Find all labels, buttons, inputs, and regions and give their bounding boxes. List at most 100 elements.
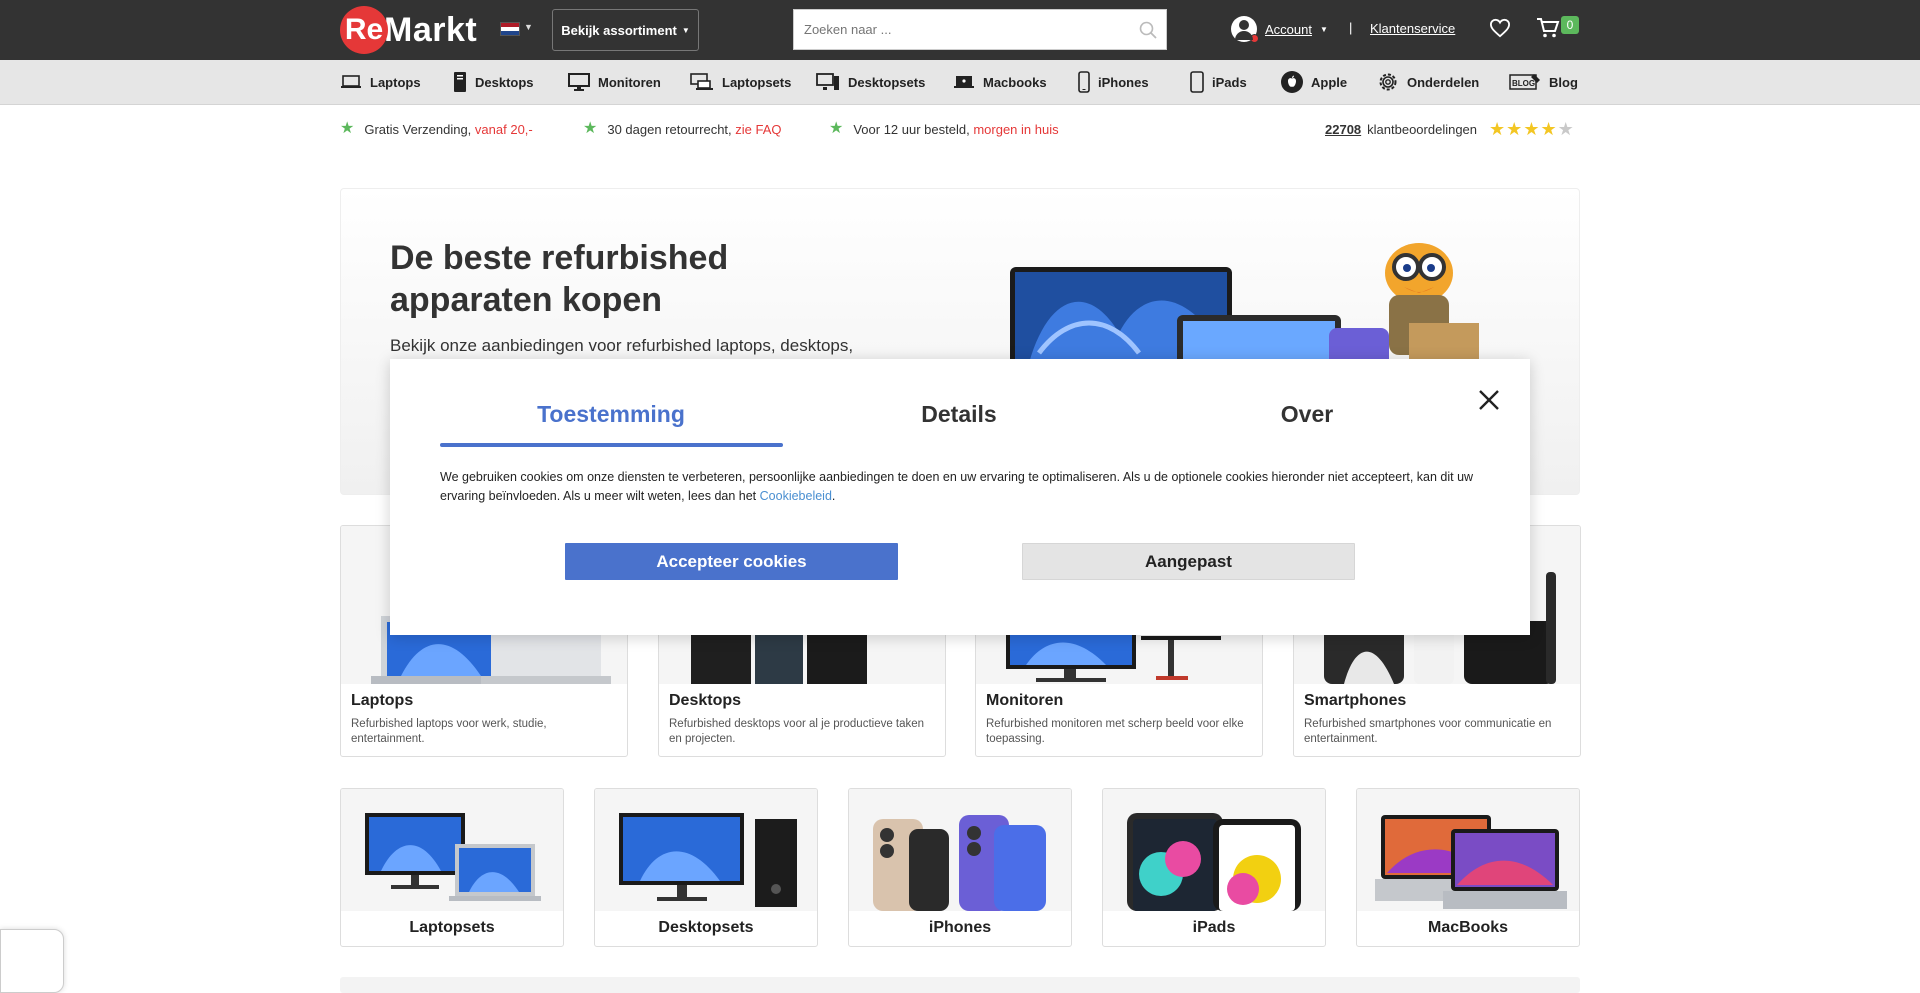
card-description: Refurbished smartphones voor communicati… <box>1304 718 1552 745</box>
nav-label: Laptops <box>370 74 421 90</box>
nav-item-blog[interactable]: BLOG Blog <box>1509 70 1578 94</box>
search-input[interactable] <box>794 10 1130 49</box>
nav-label: iPhones <box>1098 74 1149 90</box>
star-icon: ★ <box>1489 119 1506 139</box>
logo-mark: Re <box>340 6 388 54</box>
card-title: Laptops <box>351 692 414 709</box>
nav-label: Desktops <box>475 74 534 90</box>
nav-item-monitors[interactable]: Monitoren <box>568 70 661 94</box>
tab-details[interactable]: Details <box>788 401 1130 428</box>
star-icon: ★ <box>1523 119 1540 139</box>
category-nav: Laptops Desktops Monitoren Laptopsets De… <box>0 60 1920 105</box>
user-avatar-icon <box>1231 16 1259 43</box>
language-flag-icon[interactable] <box>500 22 520 36</box>
desktopset-icon <box>816 73 839 90</box>
nav-item-desktops[interactable]: Desktops <box>453 70 534 94</box>
star-icon: ★ <box>583 120 598 137</box>
wishlist-heart-icon[interactable] <box>1489 18 1511 43</box>
hero-title: De beste refurbished apparaten kopen <box>390 239 729 319</box>
star-icon: ★ <box>1557 119 1574 139</box>
nav-label: Macbooks <box>983 74 1047 90</box>
card-title: Monitoren <box>986 692 1064 709</box>
tab-consent[interactable]: Toestemming <box>440 401 782 428</box>
desktopsets-image <box>595 789 817 911</box>
usp-free-shipping: ★ Gratis Verzending, vanaf 20,- <box>340 120 533 138</box>
active-tab-indicator <box>440 443 783 447</box>
tile-iphones[interactable]: iPhones <box>848 788 1072 947</box>
tile-label: Desktopsets <box>658 919 754 936</box>
nav-label: Onderdelen <box>1407 74 1480 90</box>
usp-highlight: morgen in huis <box>973 121 1059 137</box>
nav-item-laptops[interactable]: Laptops <box>340 70 421 94</box>
assortment-button[interactable]: Bekijk assortiment ▼ <box>552 9 699 51</box>
review-label: klantbeoordelingen <box>1367 121 1478 137</box>
svg-text:BLOG: BLOG <box>1512 79 1535 88</box>
search-icon[interactable] <box>1130 21 1166 39</box>
nav-item-iphones[interactable]: iPhones <box>1078 70 1149 94</box>
next-section-edge <box>340 977 1580 993</box>
nav-label: Desktopsets <box>848 74 926 90</box>
customer-reviews: 22708 klantbeoordelingen ★ ★ ★ ★ ★ <box>1325 120 1574 138</box>
consent-body: We gebruiken cookies om onze diensten te… <box>440 470 1474 503</box>
ipads-image <box>1103 789 1325 911</box>
nav-label: iPads <box>1212 74 1247 90</box>
nav-item-desktopsets[interactable]: Desktopsets <box>816 70 925 94</box>
nav-item-apple[interactable]: Apple <box>1281 70 1347 94</box>
hero-subtitle: Bekijk onze aanbiedingen voor refurbishe… <box>390 336 854 355</box>
laptop-icon <box>341 75 361 88</box>
iphone-icon <box>1078 71 1090 93</box>
iphones-image <box>849 789 1071 911</box>
review-count-link[interactable]: 22708 <box>1325 122 1361 137</box>
cookie-consent-dialog: Toestemming Details Over We gebruiken co… <box>390 359 1530 635</box>
separator: | <box>1349 20 1353 35</box>
tile-ipads[interactable]: iPads <box>1102 788 1326 947</box>
nav-item-parts[interactable]: Onderdelen <box>1377 70 1479 94</box>
nav-label: Laptopsets <box>722 74 792 90</box>
hero-devices-image <box>1010 243 1479 373</box>
star-icon: ★ <box>1540 119 1557 139</box>
rating-stars: ★ ★ ★ ★ ★ <box>1489 120 1574 138</box>
nav-item-laptopsets[interactable]: Laptopsets <box>690 70 791 94</box>
star-icon: ★ <box>829 120 844 137</box>
chevron-down-icon: ▼ <box>1319 24 1328 34</box>
faq-link[interactable]: zie FAQ <box>735 122 781 137</box>
tab-about[interactable]: Over <box>1136 401 1478 428</box>
cart-count-badge: 0 <box>1561 16 1579 34</box>
customer-service-link[interactable]: Klantenservice <box>1370 21 1455 36</box>
chevron-down-icon: ▼ <box>681 25 690 35</box>
close-icon[interactable] <box>1476 387 1502 413</box>
cookie-policy-link[interactable]: Cookiebeleid <box>760 489 832 503</box>
consent-end: . <box>831 489 836 503</box>
customize-cookies-button[interactable]: Aangepast <box>1022 543 1355 580</box>
card-description: Refurbished laptops voor werk, studie, e… <box>351 718 547 745</box>
chevron-down-icon[interactable]: ▼ <box>524 22 533 32</box>
accept-cookies-button[interactable]: Accepteer cookies <box>565 543 898 580</box>
laptopset-icon <box>690 73 713 90</box>
tile-label: iPads <box>1192 919 1236 936</box>
nav-item-ipads[interactable]: iPads <box>1190 70 1247 94</box>
desktop-tower-icon <box>454 72 466 92</box>
account-menu[interactable]: Account ▼ <box>1231 16 1328 43</box>
gear-icon <box>1379 73 1397 91</box>
top-bar: Re Markt ▼ Bekijk assortiment ▼ Account … <box>0 0 1920 60</box>
tile-label: Laptopsets <box>409 919 495 936</box>
tile-label: MacBooks <box>1427 919 1509 936</box>
assortment-label: Bekijk assortiment <box>561 22 677 38</box>
tile-laptopsets[interactable]: Laptopsets <box>340 788 564 947</box>
usp-text: Voor 12 uur besteld, <box>853 121 970 137</box>
star-icon: ★ <box>1506 119 1523 139</box>
ipad-icon <box>1190 71 1204 93</box>
tile-macbooks[interactable]: MacBooks <box>1356 788 1580 947</box>
account-link[interactable]: Account <box>1265 22 1312 37</box>
usp-next-day-delivery: ★ Voor 12 uur besteld, morgen in huis <box>829 120 1059 138</box>
nav-item-macbooks[interactable]: Macbooks <box>953 70 1047 94</box>
chat-widget-button[interactable] <box>0 929 64 993</box>
usp-highlight: vanaf 20,- <box>474 121 533 137</box>
blog-icon: BLOG <box>1509 74 1540 90</box>
cart-icon[interactable] <box>1536 17 1560 44</box>
star-icon: ★ <box>340 120 355 137</box>
nav-label: Monitoren <box>598 74 661 90</box>
nav-label: Blog <box>1549 74 1578 90</box>
remarkt-logo[interactable]: Re Markt <box>340 5 477 55</box>
tile-desktopsets[interactable]: Desktopsets <box>594 788 818 947</box>
